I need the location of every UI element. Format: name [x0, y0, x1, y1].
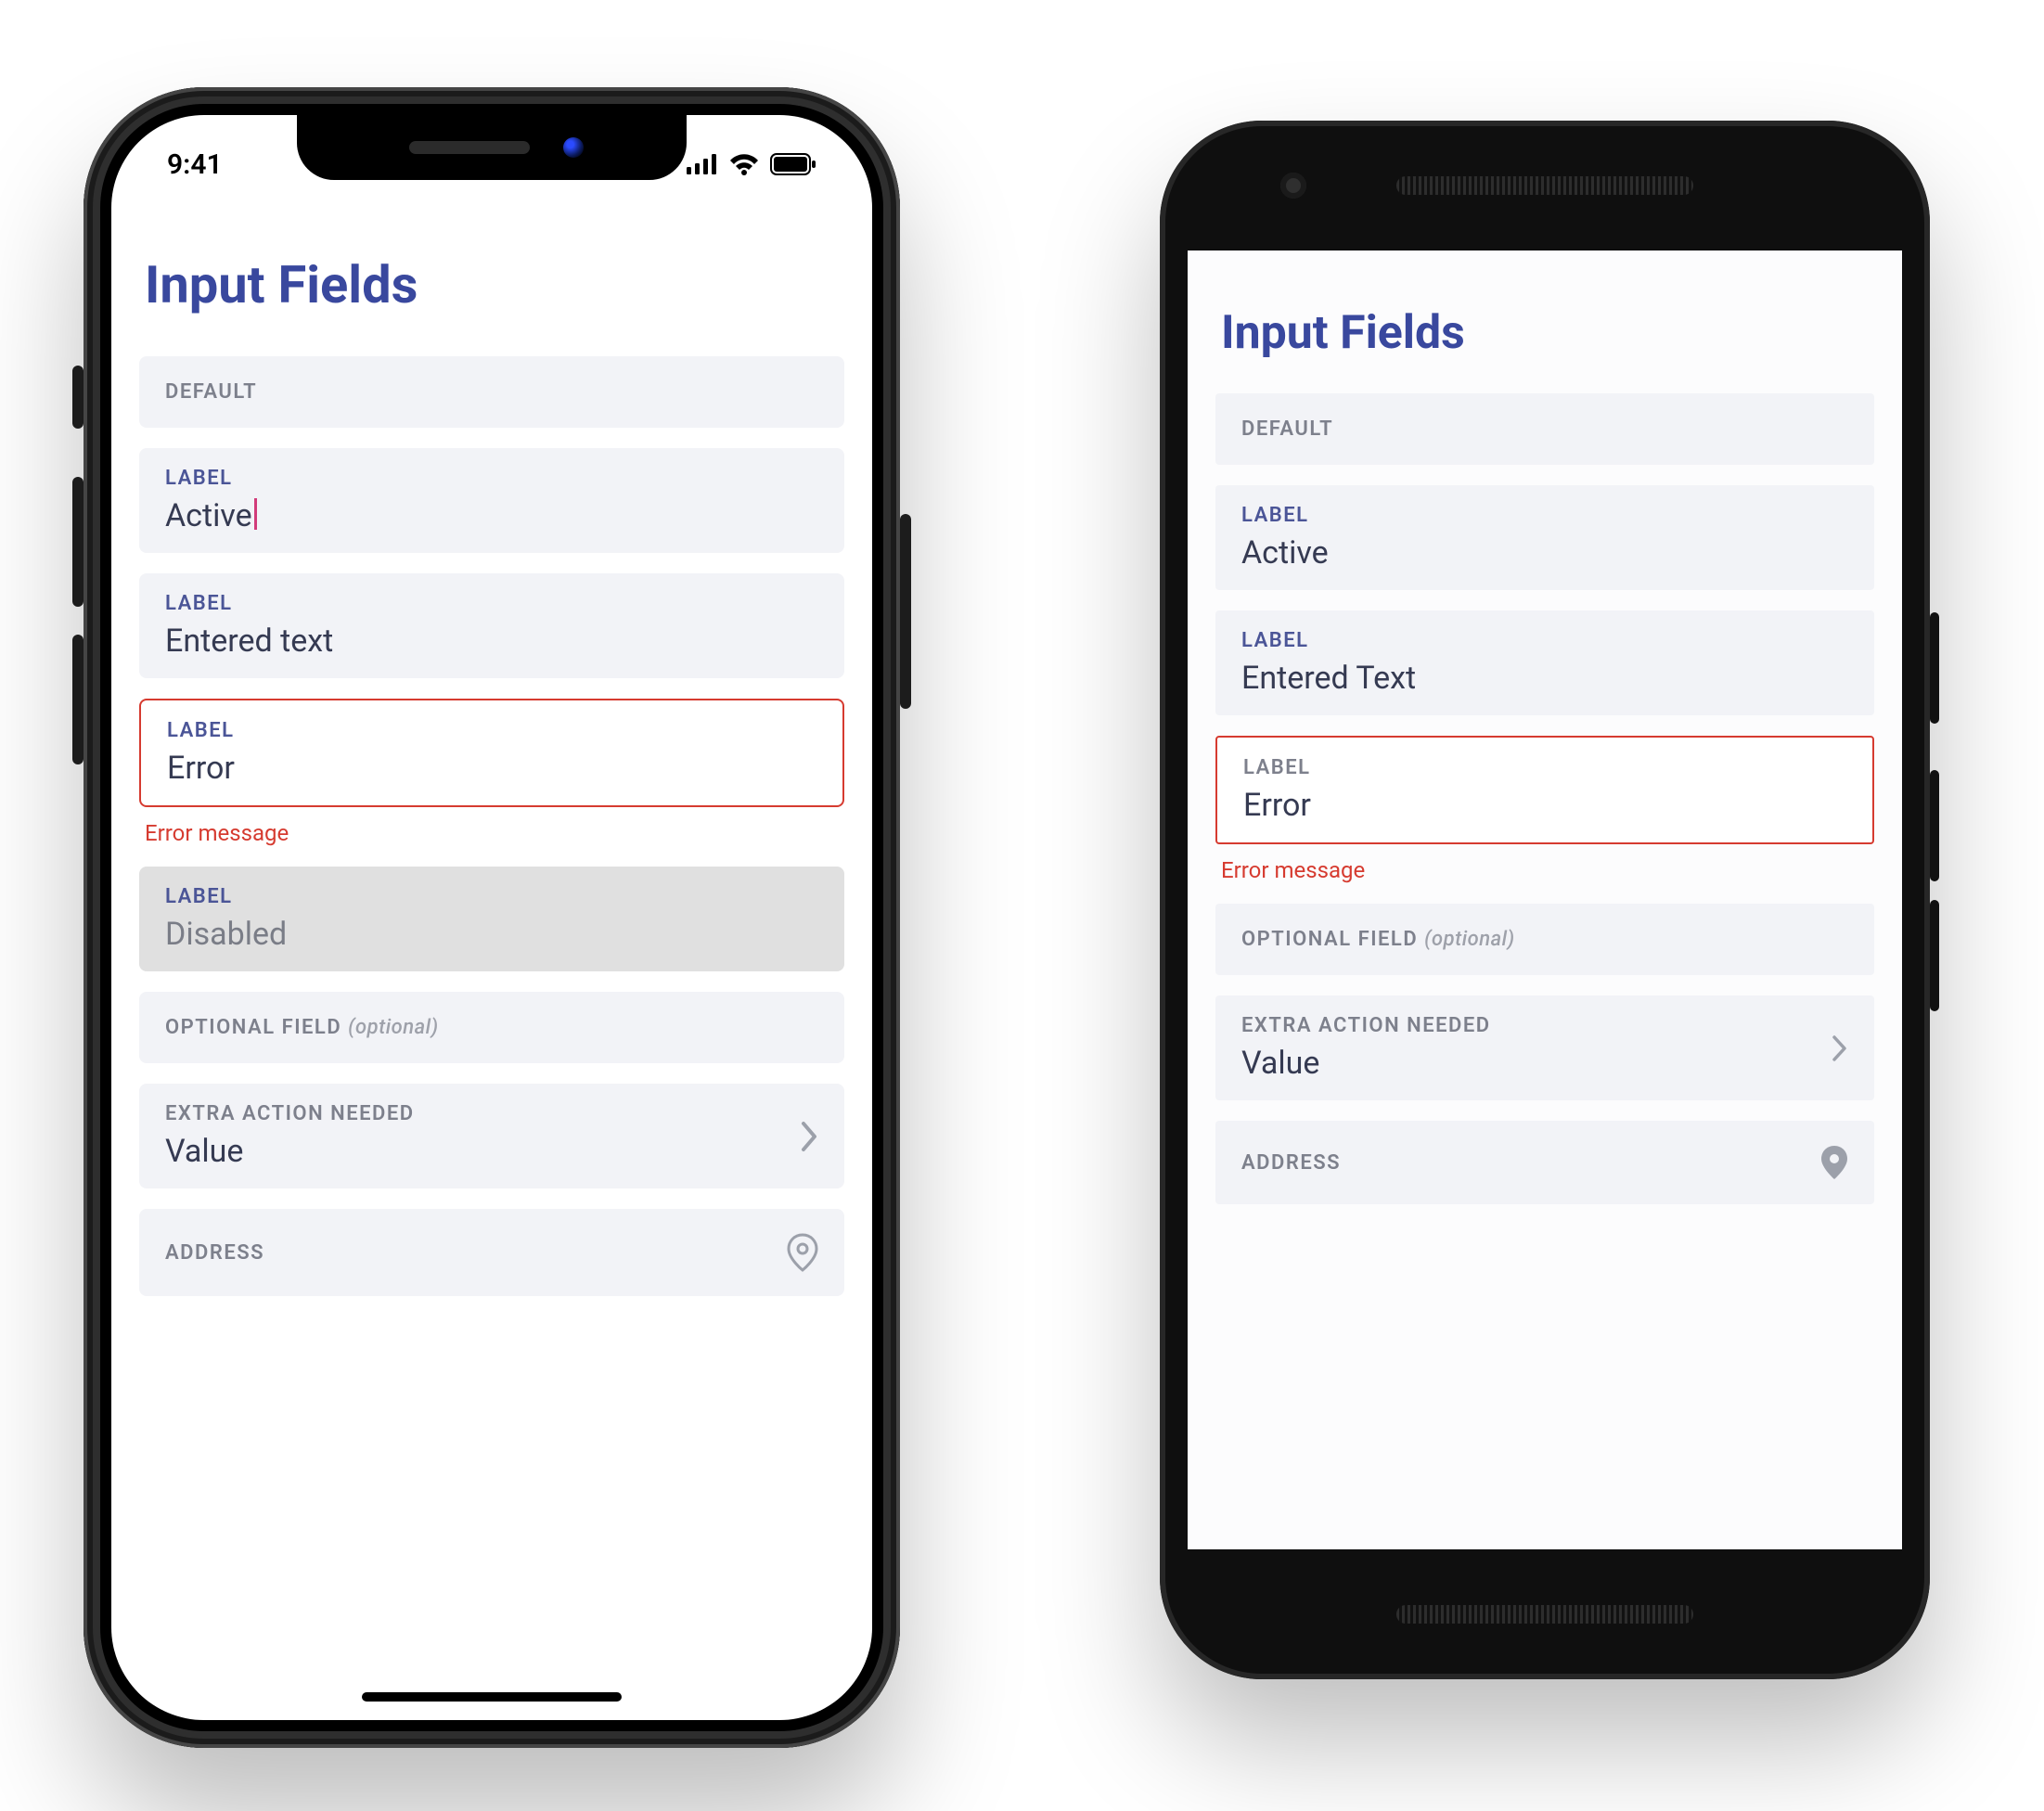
power-button: [900, 514, 911, 709]
field-value: Error: [1243, 787, 1846, 824]
power-button: [1930, 612, 1939, 724]
volume-up-button: [1930, 770, 1939, 881]
field-label: OPTIONAL FIELD (optional): [165, 1016, 439, 1039]
input-address[interactable]: ADDRESS: [1215, 1121, 1874, 1204]
field-label: EXTRA ACTION NEEDED: [1241, 1014, 1491, 1037]
earpiece-speaker: [1396, 176, 1693, 195]
chevron-right-icon: [800, 1120, 818, 1153]
optional-tag: (optional): [348, 1016, 438, 1039]
notch: [297, 115, 687, 180]
field-label: LABEL: [1243, 756, 1311, 779]
error-message: Error message: [145, 820, 844, 846]
field-value: Entered text: [165, 623, 818, 660]
iphone-device-frame: 9:41: [84, 87, 900, 1748]
chevron-right-icon: [1832, 1034, 1848, 1063]
android-top-bar: [1160, 121, 1930, 250]
field-label: LABEL: [165, 467, 233, 490]
field-label: DEFAULT: [165, 380, 257, 404]
status-time: 9:41: [167, 148, 223, 181]
cellular-icon: [687, 154, 718, 174]
location-pin-icon: [787, 1233, 818, 1272]
volume-down-button: [1930, 900, 1939, 1011]
field-label: DEFAULT: [1241, 417, 1333, 441]
front-camera-icon: [1280, 173, 1306, 199]
field-label: LABEL: [165, 592, 233, 615]
field-value: Active: [1241, 534, 1848, 572]
field-value: Error: [167, 750, 816, 787]
field-value: Active: [165, 497, 818, 534]
field-label: OPTIONAL FIELD (optional): [1241, 928, 1515, 951]
input-active[interactable]: LABEL Active: [139, 448, 844, 553]
android-bottom-bar: [1160, 1549, 1930, 1679]
iphone-screen: 9:41: [111, 115, 872, 1720]
page-title: Input Fields: [1221, 306, 1874, 360]
android-screen: Input Fields DEFAULT LABEL Active LABEL …: [1188, 250, 1902, 1549]
earpiece-speaker: [409, 141, 530, 154]
field-value: Value: [1241, 1045, 1491, 1082]
front-camera-icon: [563, 137, 584, 158]
field-label: ADDRESS: [1241, 1151, 1341, 1175]
field-label: ADDRESS: [165, 1241, 264, 1265]
field-value: Disabled: [165, 916, 818, 953]
field-label: EXTRA ACTION NEEDED: [165, 1102, 415, 1125]
input-optional[interactable]: OPTIONAL FIELD (optional): [1215, 904, 1874, 975]
field-value: Entered Text: [1241, 660, 1848, 697]
cursor-icon: [254, 498, 257, 530]
location-pin-icon: [1820, 1145, 1848, 1180]
input-entered[interactable]: LABEL Entered Text: [1215, 610, 1874, 715]
mute-switch: [72, 366, 84, 429]
input-default[interactable]: DEFAULT: [1215, 393, 1874, 465]
volume-up-button: [72, 477, 84, 607]
input-error[interactable]: LABEL Error: [1215, 736, 1874, 844]
error-message: Error message: [1221, 857, 1874, 883]
bottom-speaker: [1396, 1605, 1693, 1624]
input-entered[interactable]: LABEL Entered text: [139, 573, 844, 678]
battery-icon: [770, 153, 816, 175]
field-label: LABEL: [1241, 504, 1309, 527]
optional-tag: (optional): [1424, 928, 1514, 951]
input-disabled: LABEL Disabled: [139, 867, 844, 971]
wifi-icon: [729, 153, 759, 175]
input-default[interactable]: DEFAULT: [139, 356, 844, 428]
volume-down-button: [72, 635, 84, 764]
field-label: LABEL: [165, 885, 233, 908]
input-extra-action[interactable]: EXTRA ACTION NEEDED Value: [1215, 995, 1874, 1100]
input-address[interactable]: ADDRESS: [139, 1209, 844, 1296]
input-error[interactable]: LABEL Error: [139, 699, 844, 807]
input-optional[interactable]: OPTIONAL FIELD (optional): [139, 992, 844, 1063]
home-indicator[interactable]: [362, 1692, 622, 1702]
input-active[interactable]: LABEL Active: [1215, 485, 1874, 590]
field-label: LABEL: [1241, 629, 1309, 652]
page-title: Input Fields: [145, 254, 844, 315]
android-device-frame: Input Fields DEFAULT LABEL Active LABEL …: [1160, 121, 1930, 1679]
field-value: Value: [165, 1133, 415, 1170]
field-label: LABEL: [167, 719, 235, 742]
input-extra-action[interactable]: EXTRA ACTION NEEDED Value: [139, 1084, 844, 1188]
